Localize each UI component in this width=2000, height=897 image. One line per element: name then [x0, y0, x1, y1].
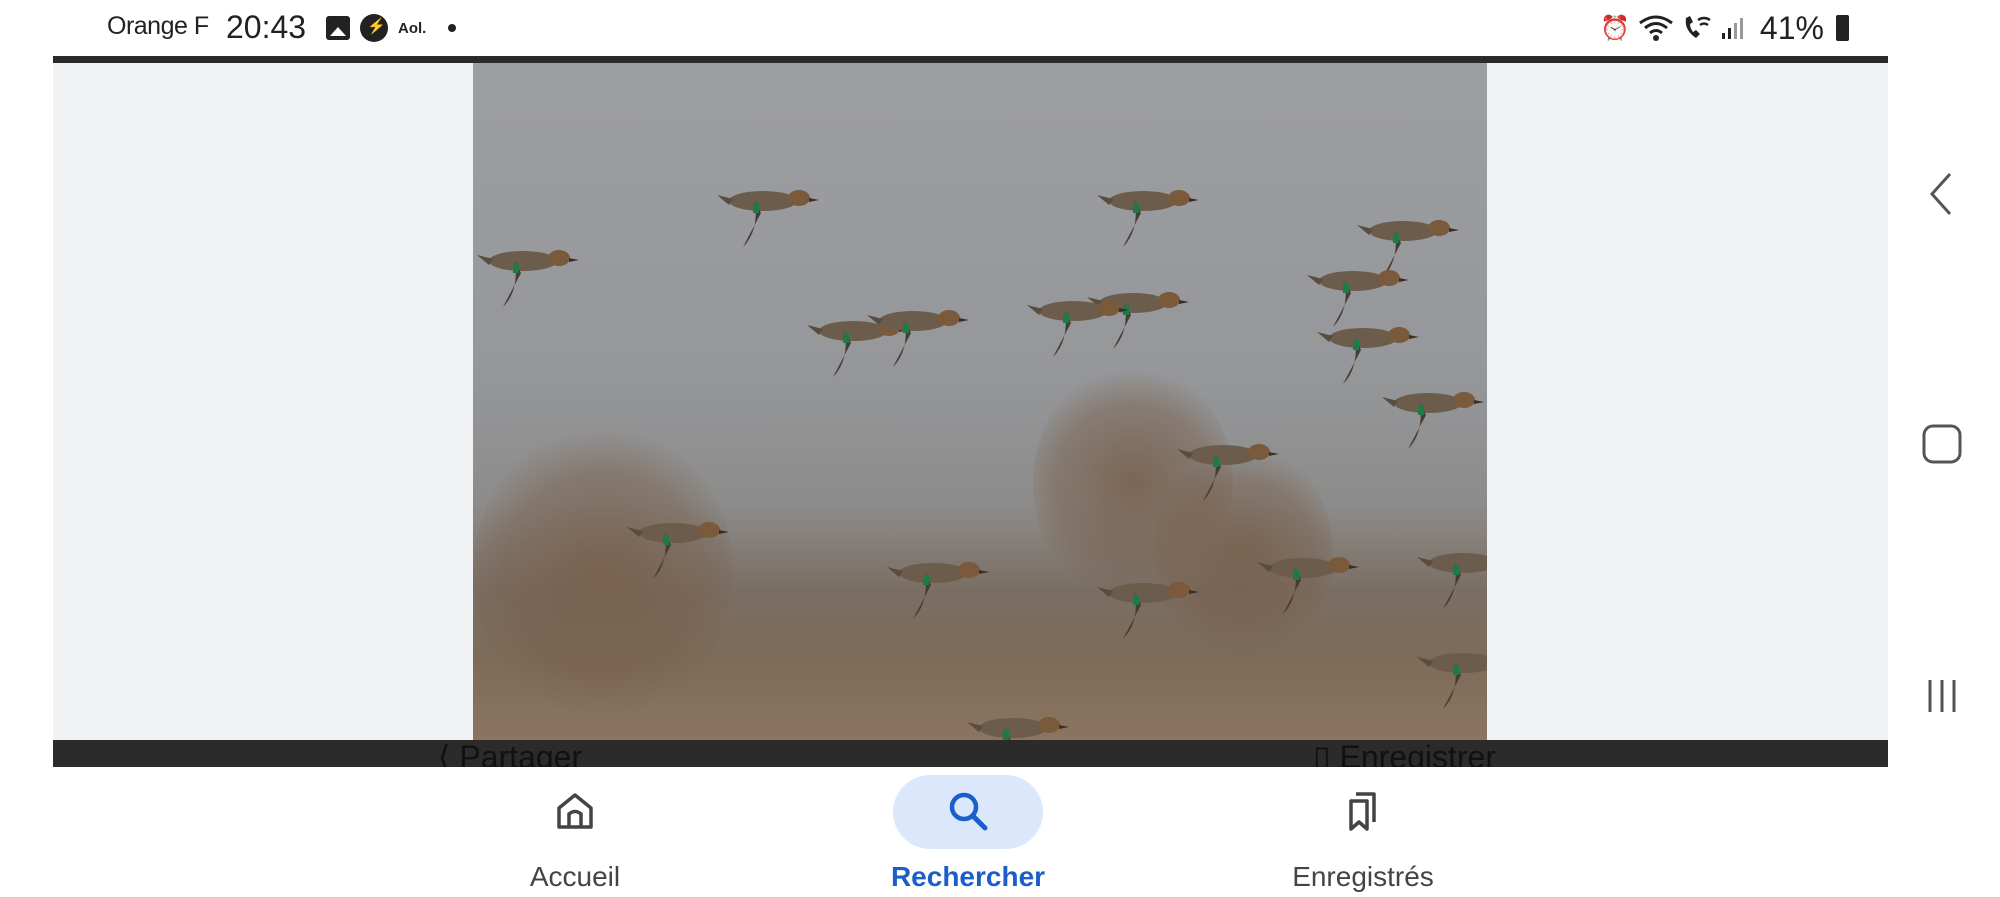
duck — [627, 522, 729, 579]
duck — [1097, 190, 1199, 247]
clock: 20:43 — [226, 9, 307, 45]
duck — [1177, 444, 1279, 501]
duck — [477, 250, 579, 307]
home-button-icon[interactable] — [1910, 412, 1974, 476]
nav-label-saved: Enregistrés — [1292, 861, 1434, 892]
duck — [1097, 582, 1199, 639]
nav-label-home: Accueil — [529, 861, 621, 892]
alarm-icon: ⏰ — [1600, 14, 1630, 42]
nav-label-search: Rechercher — [890, 861, 1046, 892]
gallery-icon — [326, 16, 350, 40]
bookmark-icon: ▯ — [1313, 740, 1331, 767]
share-button[interactable]: ⟨ Partager — [438, 740, 582, 767]
battery-icon — [1835, 15, 1849, 41]
system-navigation — [1890, 0, 2000, 897]
duck — [1357, 220, 1459, 277]
carrier-name: Orange F — [107, 12, 209, 40]
flock-of-ducks — [477, 190, 1487, 740]
save-label: Enregistrer — [1339, 740, 1497, 767]
bottom-navigation: Accueil Rechercher Enregistrés — [0, 767, 1890, 897]
share-label: Partager — [459, 740, 583, 767]
system-status-icons: ⏰ 41% — [1600, 8, 1890, 48]
duck — [1087, 292, 1189, 349]
recents-icon[interactable] — [1910, 664, 1974, 728]
nav-item-saved[interactable]: Enregistrés — [1253, 767, 1473, 897]
duck — [887, 562, 989, 619]
duck — [1417, 552, 1487, 609]
viewer-top-border — [53, 56, 1888, 63]
nav-item-search[interactable]: Rechercher — [858, 767, 1078, 897]
duck — [1257, 557, 1359, 614]
duck — [1417, 652, 1487, 709]
bookmarks-icon — [1349, 792, 1376, 831]
nav-item-home[interactable]: Accueil — [465, 767, 685, 897]
duck — [1027, 300, 1129, 357]
duck — [717, 190, 819, 247]
messenger-icon — [360, 14, 388, 42]
duck — [1317, 327, 1419, 384]
duck — [1307, 270, 1409, 327]
search-icon — [949, 792, 988, 831]
share-icon: ⟨ — [438, 740, 451, 767]
duck — [967, 717, 1069, 740]
photo[interactable] — [473, 63, 1487, 740]
home-icon — [557, 793, 593, 829]
wifi-icon — [1638, 15, 1673, 41]
wifi-calling-icon — [1685, 16, 1711, 38]
status-bar: Orange F 20:43 Aol. ⏰ 41% — [0, 0, 1890, 56]
duck — [867, 310, 969, 367]
back-icon[interactable] — [1910, 162, 1974, 226]
notification-icons: Aol. — [326, 14, 457, 42]
duck — [1382, 392, 1484, 449]
signal-icon — [1721, 18, 1743, 39]
save-button[interactable]: ▯ Enregistrer — [1313, 740, 1496, 767]
viewer-action-bar: ⟨ Partager ▯ Enregistrer — [53, 740, 1888, 767]
aol-icon: Aol. — [398, 19, 427, 37]
battery-percent: 41% — [1759, 9, 1824, 46]
dot-icon — [448, 24, 457, 32]
